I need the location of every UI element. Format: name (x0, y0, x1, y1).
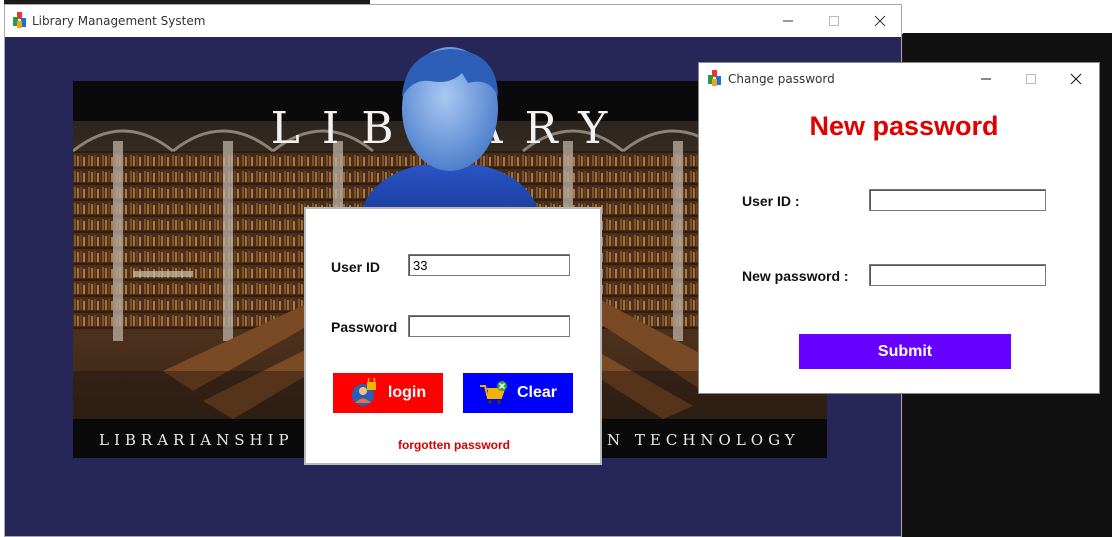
cart-remove-icon (479, 381, 507, 404)
minimize-button[interactable] (765, 5, 811, 37)
cp-new-password-label: New password : (742, 268, 849, 284)
password-label: Password (331, 319, 398, 335)
clear-button-label: Clear (516, 384, 558, 401)
banner-subtitle-right: N TECHNOLOGY (607, 431, 800, 449)
new-password-heading: New password (809, 111, 999, 141)
user-lock-icon (351, 378, 376, 406)
close-button[interactable] (857, 5, 903, 37)
maximize-icon (1026, 74, 1036, 84)
cp-new-password-input[interactable] (869, 264, 1046, 286)
login-button-label: login (387, 384, 427, 401)
close-icon (1070, 73, 1082, 85)
change-password-window: Change password New password User ID : N… (698, 62, 1100, 394)
user-avatar-icon (360, 47, 540, 215)
login-button[interactable]: login (333, 373, 443, 413)
cp-user-id-label: User ID : (742, 193, 800, 209)
window-title: Change password (728, 72, 835, 86)
user-id-input[interactable] (408, 254, 570, 276)
user-id-label: User ID (331, 259, 381, 275)
main-titlebar[interactable]: Library Management System (5, 5, 901, 37)
minimize-button[interactable] (963, 63, 1009, 95)
close-button[interactable] (1053, 63, 1099, 95)
login-panel: User ID Password login (304, 207, 602, 465)
close-icon (874, 15, 886, 27)
maximize-button[interactable] (1008, 63, 1054, 95)
minimize-icon (783, 20, 793, 22)
clear-button[interactable]: Clear (463, 373, 573, 413)
cp-user-id-input[interactable] (869, 189, 1046, 211)
app-icon (708, 70, 721, 86)
minimize-icon (981, 78, 991, 80)
forgot-password-link[interactable]: forgotten password (306, 438, 602, 452)
maximize-icon (829, 16, 839, 26)
app-icon (13, 12, 26, 28)
banner-subtitle-left: LIBRARIANSHIP (99, 431, 294, 449)
maximize-button[interactable] (811, 5, 857, 37)
password-input[interactable] (408, 315, 570, 337)
window-title: Library Management System (32, 14, 206, 28)
change-password-titlebar[interactable]: Change password (699, 63, 1099, 95)
submit-button[interactable]: Submit (799, 334, 1011, 369)
